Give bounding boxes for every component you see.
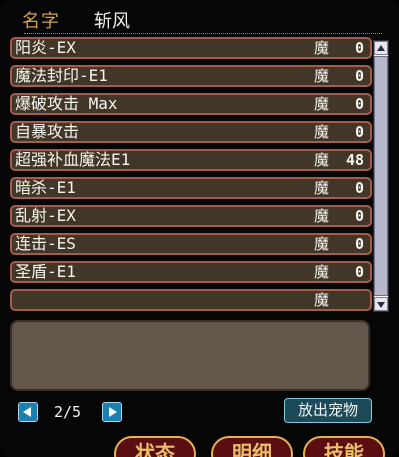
skill-name: 乱射-EX — [15, 206, 76, 225]
skill-name: 魔法封印-E1 — [15, 66, 108, 85]
tab-status[interactable]: 状态 — [114, 436, 196, 457]
skill-name: 暗杀-E1 — [15, 178, 76, 197]
release-pet-button[interactable]: 放出宠物 — [284, 398, 372, 423]
skill-mana-value: 0 — [354, 123, 364, 141]
tab-details[interactable]: 明细 — [211, 436, 293, 457]
skill-row[interactable]: 暗杀-E1 魔 0 — [10, 177, 372, 199]
prev-page-arrow-icon[interactable] — [18, 402, 38, 422]
skill-row-empty[interactable]: 魔 — [10, 289, 372, 311]
skill-description-box — [10, 320, 370, 391]
skill-list: 阳炎-EX 魔 0 魔法封印-E1 魔 0 爆破攻击 Max 魔 0 自暴攻击 … — [10, 37, 372, 316]
pet-skill-panel: 名字 斩风 阳炎-EX 魔 0 魔法封印-E1 魔 0 爆破攻击 Max 魔 0… — [0, 0, 399, 457]
skill-mana-value: 0 — [354, 207, 364, 225]
scroll-down-arrow-icon[interactable] — [374, 297, 388, 311]
skill-mana-label: 魔 — [314, 291, 330, 309]
skill-name: 爆破攻击 Max — [15, 94, 118, 113]
skill-row[interactable]: 圣盾-E1 魔 0 — [10, 261, 372, 283]
scroll-up-arrow-icon[interactable] — [374, 41, 388, 55]
scroll-thumb[interactable] — [374, 56, 388, 296]
skill-name: 超强补血魔法E1 — [15, 150, 131, 169]
skill-mana-label: 魔 — [314, 151, 330, 169]
skill-row[interactable]: 乱射-EX 魔 0 — [10, 205, 372, 227]
skill-mana-label: 魔 — [314, 123, 330, 141]
skill-mana-label: 魔 — [314, 39, 330, 57]
skill-row[interactable]: 自暴攻击 魔 0 — [10, 121, 372, 143]
name-label: 名字 — [22, 11, 60, 32]
skill-mana-label: 魔 — [314, 179, 330, 197]
skill-mana-label: 魔 — [314, 67, 330, 85]
skill-mana-label: 魔 — [314, 235, 330, 253]
skill-row[interactable]: 超强补血魔法E1 魔 48 — [10, 149, 372, 171]
skill-name: 自暴攻击 — [15, 122, 80, 141]
skill-row[interactable]: 阳炎-EX 魔 0 — [10, 37, 372, 59]
skill-mana-value: 0 — [354, 235, 364, 253]
next-page-arrow-icon[interactable] — [102, 402, 122, 422]
skill-mana-label: 魔 — [314, 95, 330, 113]
skill-name: 阳炎-EX — [15, 38, 76, 57]
skill-mana-value: 0 — [354, 67, 364, 85]
skill-mana-value: 48 — [345, 151, 364, 169]
skill-row[interactable]: 魔法封印-E1 魔 0 — [10, 65, 372, 87]
skill-row[interactable]: 爆破攻击 Max 魔 0 — [10, 93, 372, 115]
skill-mana-label: 魔 — [314, 207, 330, 225]
skill-mana-value: 0 — [354, 95, 364, 113]
skill-mana-label: 魔 — [314, 263, 330, 281]
tab-skills[interactable]: 技能 — [303, 436, 385, 457]
skill-row[interactable]: 连击-ES 魔 0 — [10, 233, 372, 255]
skill-mana-value: 0 — [354, 179, 364, 197]
skill-list-scrollbar[interactable] — [373, 40, 389, 312]
page-indicator: 2/5 — [54, 403, 82, 421]
skill-mana-value: 0 — [354, 263, 364, 281]
name-underline — [24, 33, 382, 34]
skill-name: 圣盾-E1 — [15, 262, 76, 281]
skill-name: 连击-ES — [15, 234, 76, 253]
skill-mana-value: 0 — [354, 39, 364, 57]
pet-name-row: 名字 斩风 — [14, 4, 382, 34]
pet-name: 斩风 — [94, 11, 130, 32]
